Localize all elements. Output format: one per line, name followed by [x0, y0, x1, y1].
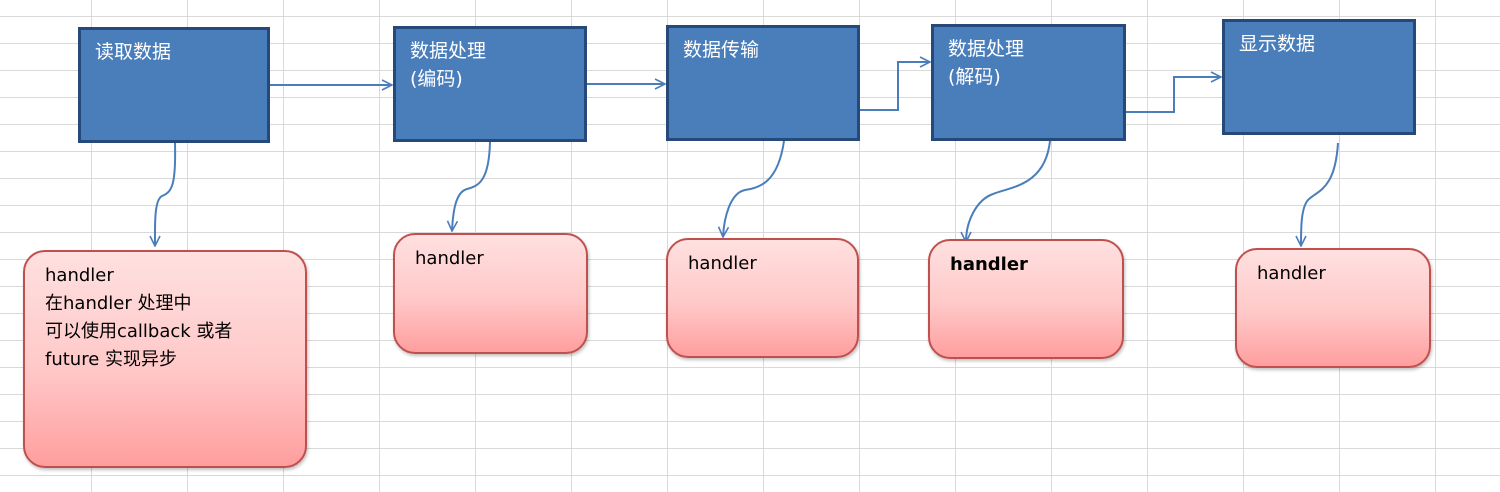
handler-decode-title: handler — [950, 254, 1028, 275]
handler-read-title: handler — [45, 265, 114, 286]
stage-decode-label: 数据处理 — [948, 38, 1025, 60]
stage-transfer: 数据传输 — [666, 25, 860, 141]
stage-read-data: 读取数据 — [78, 27, 270, 143]
handler-decode: handler — [928, 239, 1124, 359]
stage-transfer-label: 数据传输 — [683, 39, 760, 61]
handler-display: handler — [1235, 248, 1431, 368]
handler-read-note-1: 在handler 处理中 — [45, 293, 192, 314]
stage-display: 显示数据 — [1222, 19, 1416, 135]
stage-display-label: 显示数据 — [1239, 33, 1316, 55]
stage-decode: 数据处理 (解码) — [931, 24, 1126, 141]
handler-read-note-3: future 实现异步 — [45, 349, 178, 370]
stage-decode-sublabel: (解码) — [948, 66, 1001, 88]
handler-display-title: handler — [1257, 263, 1326, 284]
handler-encode-title: handler — [415, 248, 484, 269]
stage-encode: 数据处理 (编码) — [393, 26, 587, 142]
handler-read: handler 在handler 处理中 可以使用callback 或者 fut… — [23, 250, 307, 468]
stage-read-label: 读取数据 — [95, 41, 172, 63]
stage-encode-sublabel: (编码) — [410, 68, 463, 90]
stage-encode-label: 数据处理 — [410, 40, 487, 62]
handler-read-note-2: 可以使用callback 或者 — [45, 321, 233, 342]
handler-transfer: handler — [666, 238, 859, 358]
handler-transfer-title: handler — [688, 253, 757, 274]
handler-encode: handler — [393, 233, 588, 354]
